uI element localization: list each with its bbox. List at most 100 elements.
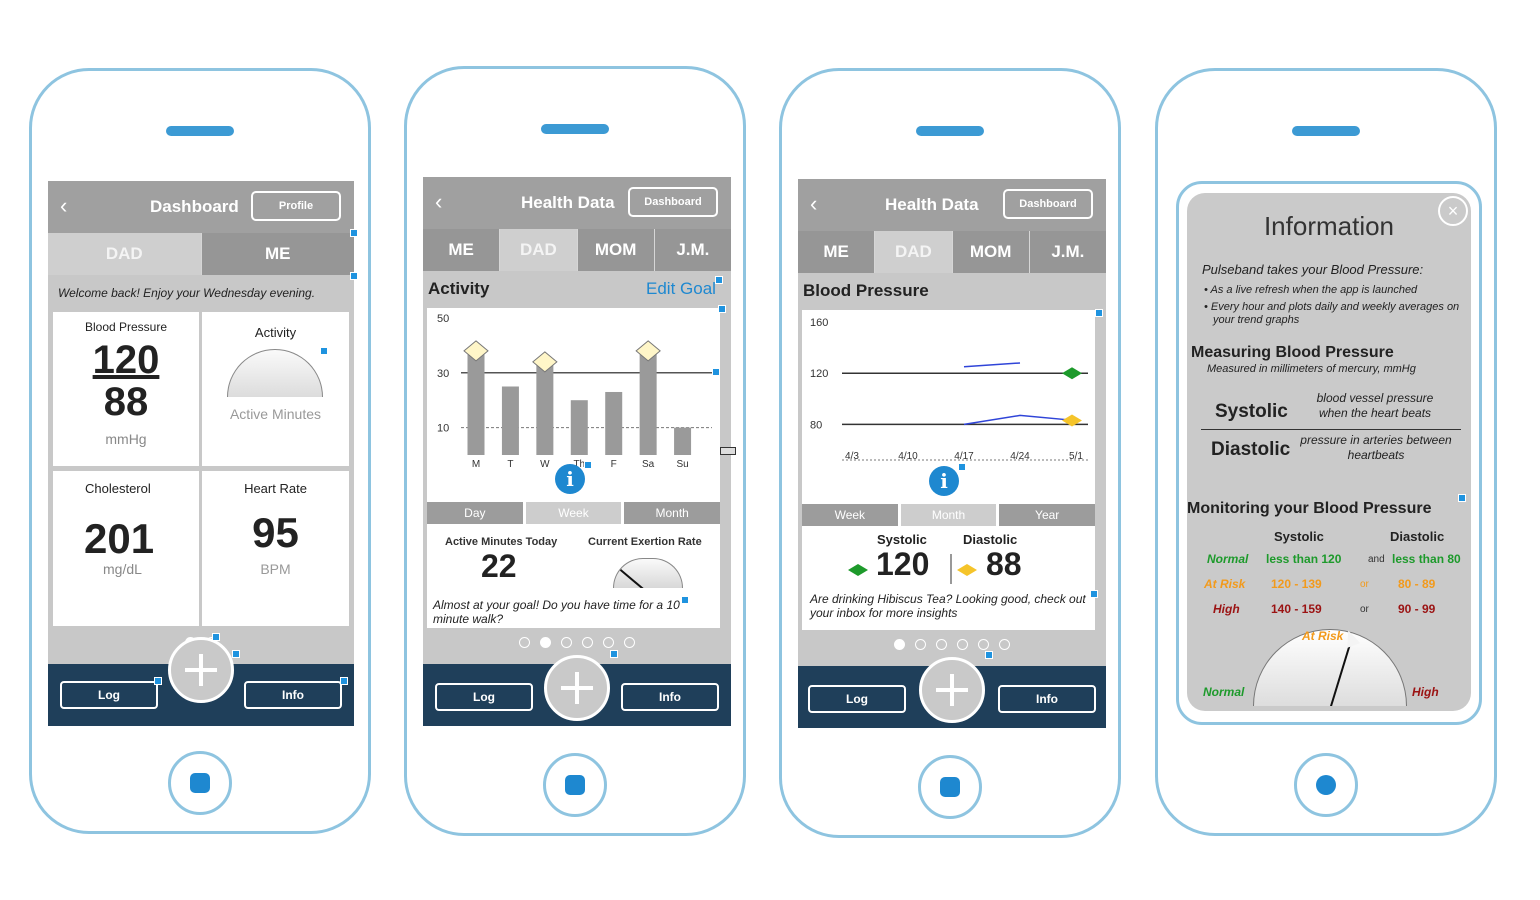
page-dot[interactable] bbox=[978, 639, 989, 650]
info-icon[interactable]: i bbox=[555, 464, 585, 494]
tab-me[interactable]: ME bbox=[423, 229, 501, 271]
annotation-icon bbox=[154, 677, 162, 685]
speaker bbox=[541, 124, 609, 134]
page-dot[interactable] bbox=[999, 639, 1010, 650]
diastolic-marker-icon bbox=[957, 564, 967, 576]
exertion-needle-tip bbox=[614, 560, 622, 570]
page-dot[interactable] bbox=[561, 637, 572, 648]
bullet-text: As a live refresh when the app is launch… bbox=[1210, 284, 1418, 296]
chart-panel: 80 120 160 4/3 4/10 4/17 4/24 5/1 i Week Month … bbox=[802, 310, 1098, 630]
section-title: Blood Pressure bbox=[803, 281, 929, 300]
page-dot[interactable] bbox=[894, 639, 905, 650]
annotation-icon bbox=[340, 677, 348, 685]
add-button[interactable] bbox=[919, 657, 985, 723]
add-button[interactable] bbox=[544, 655, 610, 721]
exertion-gauge bbox=[613, 558, 683, 588]
info-button[interactable]: Info bbox=[244, 681, 342, 709]
segment-month[interactable]: Month bbox=[900, 504, 997, 526]
tab-jm[interactable]: J.M. bbox=[1029, 231, 1106, 273]
phone-activity: ‹ Health Data Dashboard ME DAD MOM J.M. … bbox=[404, 66, 746, 836]
scroll-handle[interactable] bbox=[720, 447, 736, 455]
dashboard-button[interactable]: Dashboard bbox=[1003, 189, 1093, 219]
diastolic-definition: pressure in arteries between heartbeats bbox=[1300, 433, 1452, 462]
bottom-nav: Log Info bbox=[48, 637, 354, 726]
tab-mom[interactable]: MOM bbox=[577, 229, 655, 271]
annotation-icon bbox=[1090, 590, 1098, 598]
tab-me[interactable]: ME bbox=[798, 231, 876, 273]
page-title: Health Data bbox=[885, 195, 979, 214]
reading-marker bbox=[1062, 367, 1082, 380]
log-button[interactable]: Log bbox=[808, 685, 906, 713]
info-modal: × Information Pulseband takes your Blood… bbox=[1176, 181, 1482, 725]
home-button[interactable] bbox=[1294, 753, 1358, 817]
page-dot[interactable] bbox=[957, 639, 968, 650]
range-diastolic: 90 - 99 bbox=[1398, 602, 1436, 616]
page-dot[interactable] bbox=[603, 637, 614, 648]
range-row-high: High 140 - 159 or 90 - 99 bbox=[1187, 602, 1471, 622]
tab-jm[interactable]: J.M. bbox=[654, 229, 731, 271]
tab-dad[interactable]: DAD bbox=[500, 229, 578, 271]
x-tick-label: F bbox=[611, 459, 617, 470]
tab-mom[interactable]: MOM bbox=[952, 231, 1030, 273]
page-dot[interactable] bbox=[519, 637, 530, 648]
page-dot[interactable] bbox=[540, 637, 551, 648]
annotation-icon bbox=[718, 305, 726, 313]
section-title: Activity bbox=[428, 279, 490, 298]
bar bbox=[536, 361, 554, 455]
segment-month[interactable]: Month bbox=[624, 502, 721, 524]
page-indicator bbox=[798, 639, 1106, 650]
dashboard-button[interactable]: Dashboard bbox=[628, 187, 718, 217]
page-dot[interactable] bbox=[936, 639, 947, 650]
phone-blood-pressure: ‹ Health Data Dashboard ME DAD MOM J.M. … bbox=[779, 68, 1121, 838]
exertion-needle bbox=[619, 569, 646, 588]
insight-message: Are drinking Hibiscus Tea? Looking good,… bbox=[810, 592, 1086, 620]
bp-systolic: 120 bbox=[92, 338, 160, 382]
bp-label: Blood Pressure bbox=[84, 320, 168, 334]
info-button[interactable]: Info bbox=[998, 685, 1096, 713]
annotation-icon bbox=[350, 229, 358, 237]
back-icon[interactable]: ‹ bbox=[60, 193, 67, 219]
edit-goal-link[interactable]: Edit Goal bbox=[646, 279, 716, 299]
x-tick-label: W bbox=[540, 459, 550, 470]
chart-panel: 10 30 50 M T W Th F Sa Su i Day Week Month Active… bbox=[427, 308, 723, 628]
tab-dad[interactable]: DAD bbox=[875, 231, 953, 273]
page-dot[interactable] bbox=[915, 639, 926, 650]
log-button[interactable]: Log bbox=[435, 683, 533, 711]
page-dot[interactable] bbox=[582, 637, 593, 648]
segment-day[interactable]: Day bbox=[427, 502, 523, 524]
heart-rate-card[interactable]: Heart Rate 95 BPM bbox=[202, 471, 349, 626]
annotation-icon bbox=[681, 596, 689, 604]
home-button[interactable] bbox=[918, 755, 982, 819]
profile-button[interactable]: Profile bbox=[251, 191, 341, 221]
page-dot[interactable] bbox=[624, 637, 635, 648]
bp-card[interactable]: Blood Pressure 120 88 mmHg bbox=[53, 312, 199, 466]
add-button[interactable] bbox=[168, 637, 234, 703]
log-button[interactable]: Log bbox=[60, 681, 158, 709]
home-button[interactable] bbox=[168, 751, 232, 815]
activity-card[interactable]: Activity Active Minutes bbox=[202, 312, 349, 466]
phone-dashboard: ‹ Dashboard Profile DAD ME Welcome back!… bbox=[29, 68, 371, 834]
measuring-subtitle: Measured in millimeters of mercury, mmHg bbox=[1207, 363, 1416, 375]
definition-divider bbox=[1201, 429, 1461, 430]
info-button[interactable]: Info bbox=[621, 683, 719, 711]
tab-dad[interactable]: DAD bbox=[48, 233, 202, 275]
segment-year[interactable]: Year bbox=[999, 504, 1096, 526]
page-title: Health Data bbox=[521, 193, 615, 212]
tab-me[interactable]: ME bbox=[201, 233, 354, 275]
back-icon[interactable]: ‹ bbox=[810, 191, 817, 217]
info-intro: Pulseband takes your Blood Pressure: bbox=[1202, 262, 1424, 277]
home-button[interactable] bbox=[543, 753, 607, 817]
back-icon[interactable]: ‹ bbox=[435, 189, 442, 215]
segment-week[interactable]: Week bbox=[525, 502, 622, 524]
gauge-label-normal: Normal bbox=[1203, 685, 1245, 699]
bullet-item: • Every hour and plots daily and weekly … bbox=[1204, 301, 1460, 326]
range-selector: Week Month Year bbox=[802, 504, 1098, 526]
cholesterol-card[interactable]: Cholesterol 201 mg/dL bbox=[53, 471, 199, 626]
tab-bar: ME DAD MOM J.M. bbox=[798, 231, 1106, 273]
goal-message: Almost at your goal! Do you have time fo… bbox=[433, 598, 680, 626]
info-icon[interactable]: i bbox=[929, 466, 959, 496]
segment-week[interactable]: Week bbox=[802, 504, 898, 526]
range-selector: Day Week Month bbox=[427, 502, 723, 524]
x-tick-label: 4/17 bbox=[954, 451, 974, 462]
speaker bbox=[1292, 126, 1360, 136]
